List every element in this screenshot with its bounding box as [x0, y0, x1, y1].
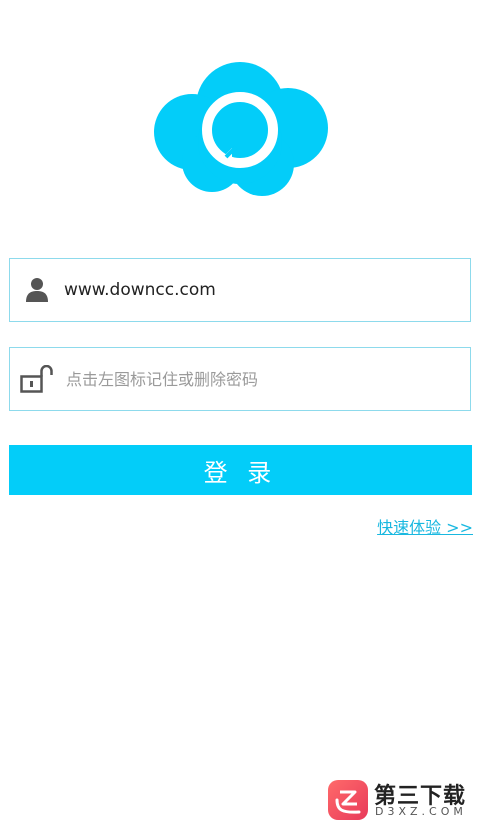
quick-experience-link[interactable]: 快速体验 >> — [377, 514, 473, 538]
watermark-subtitle: D3XZ.COM — [375, 805, 467, 818]
watermark-logo-icon — [328, 780, 368, 820]
username-field[interactable]: www.downcc.com — [9, 258, 471, 322]
unlock-icon[interactable] — [10, 347, 64, 411]
password-input[interactable] — [64, 368, 448, 390]
login-button[interactable]: 登 录 — [9, 445, 472, 495]
watermark: 第三下载 D3XZ.COM — [328, 778, 478, 822]
username-value[interactable]: www.downcc.com — [64, 280, 216, 300]
password-field[interactable] — [9, 347, 471, 411]
app-logo — [154, 62, 328, 196]
user-icon — [10, 258, 64, 322]
